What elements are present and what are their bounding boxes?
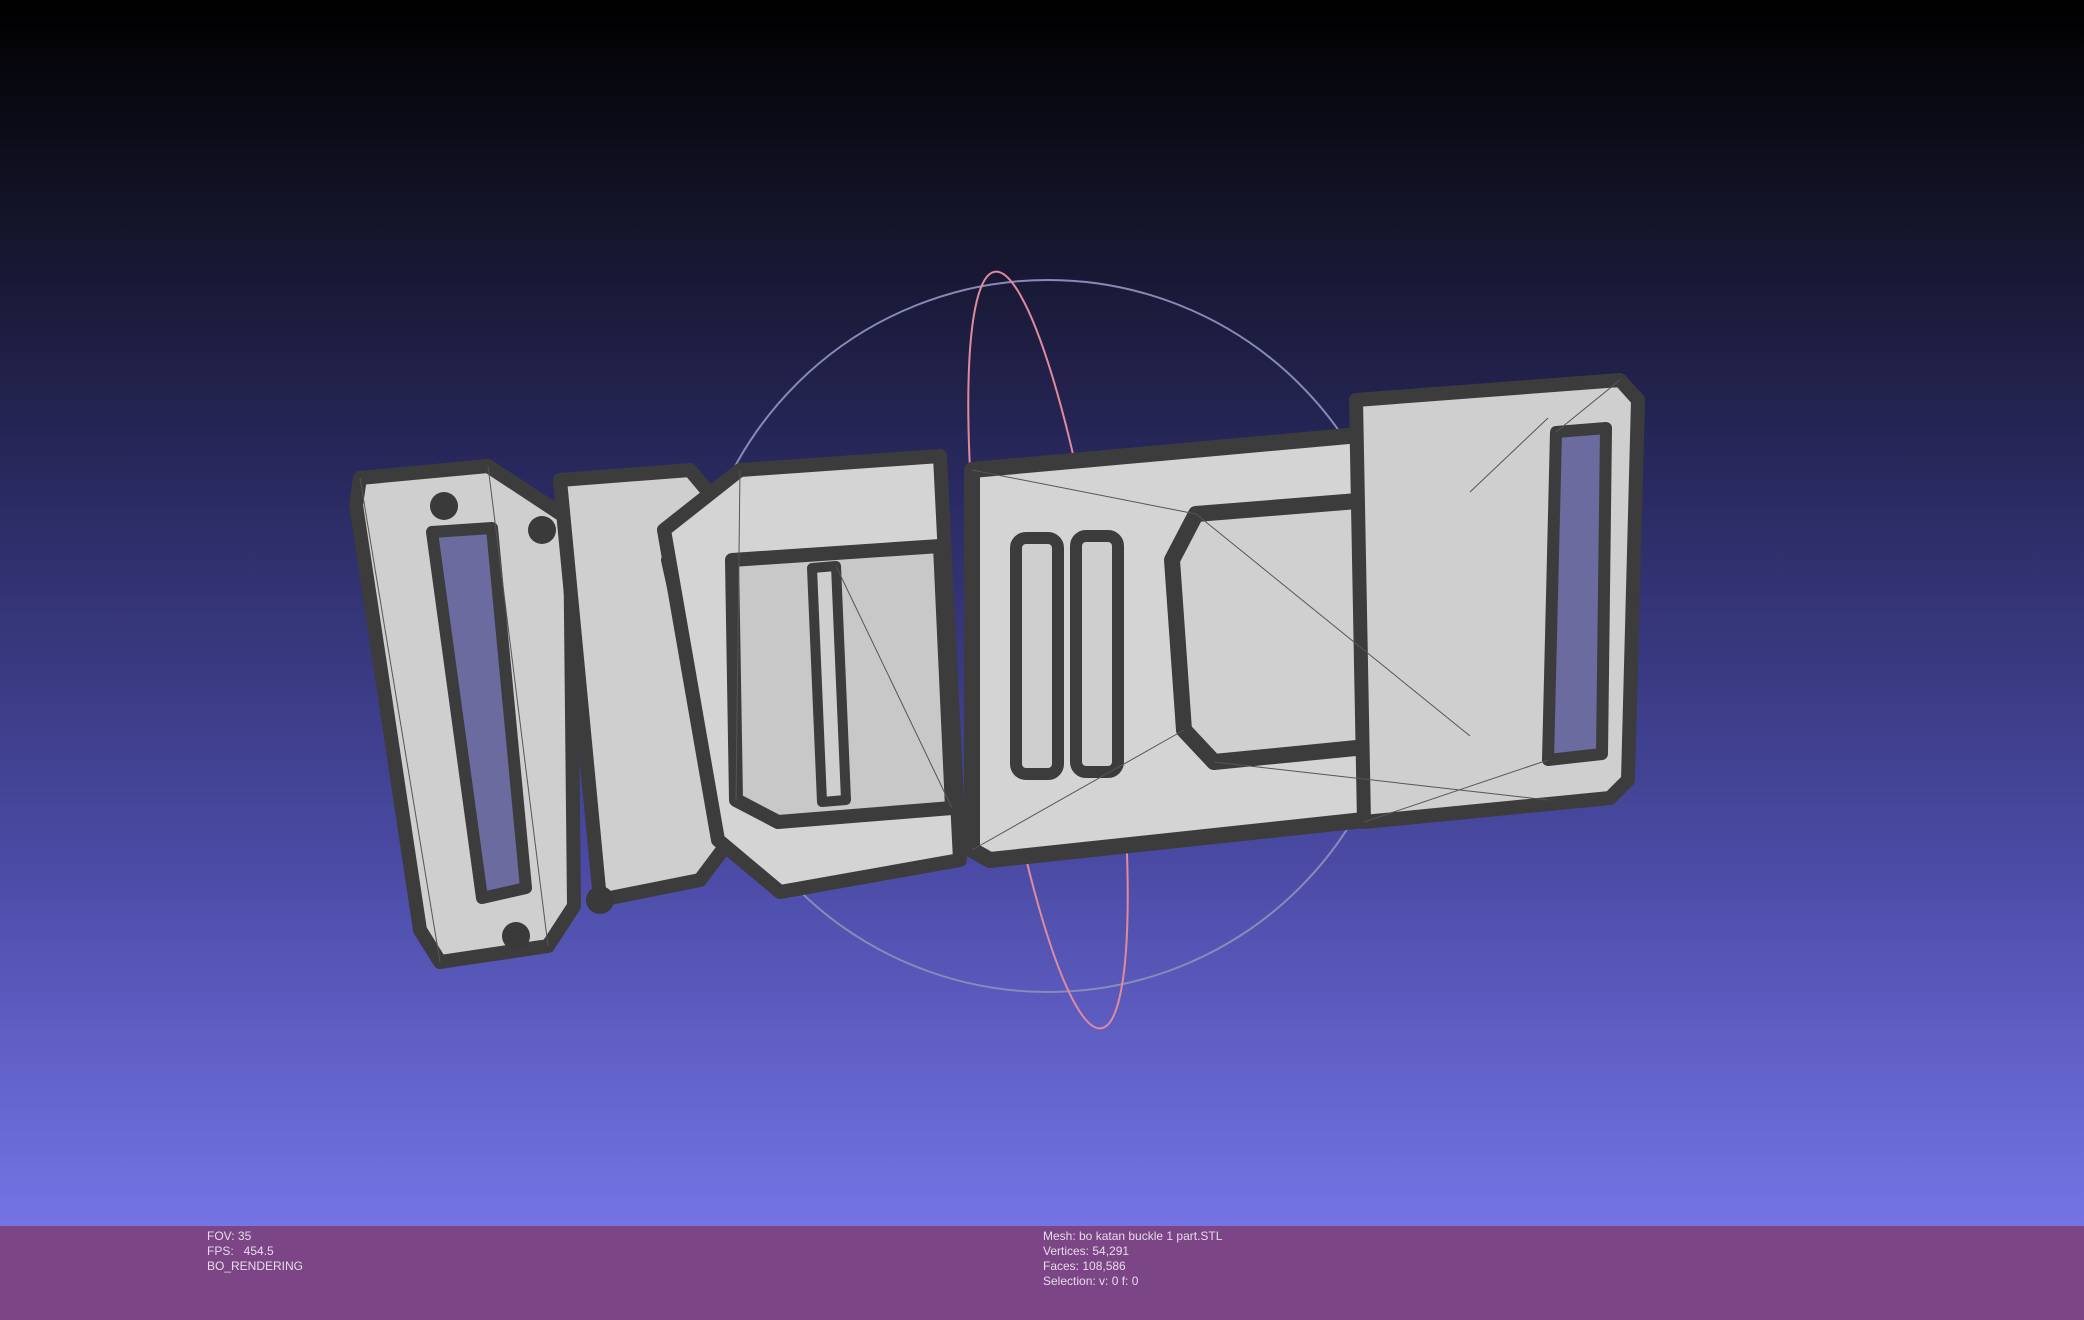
receiver-slot-right (1070, 530, 1124, 778)
faces-count-label: Faces: 108,586 (1043, 1259, 1126, 1273)
status-bar: FOV: 35 FPS: 454.5 BO_RENDERING Mesh: bo… (0, 1226, 2084, 1320)
left-window-bar (807, 561, 851, 807)
selection-label: Selection: v: 0 f: 0 (1043, 1274, 1139, 1288)
rivet (502, 922, 530, 950)
mesh-scene[interactable] (0, 0, 2084, 1226)
rivet (430, 492, 458, 520)
render-mode-label: BO_RENDERING (207, 1259, 304, 1273)
rivet (528, 516, 556, 544)
buckle-mesh[interactable] (349, 373, 1645, 969)
rivet (586, 886, 614, 914)
vertices-count-label: Vertices: 54,291 (1043, 1244, 1130, 1258)
fps-label: FPS: 454.5 (207, 1244, 274, 1258)
mesh-name-label: Mesh: bo katan buckle 1 part.STL (1043, 1229, 1223, 1243)
receiver-slot-left (1010, 532, 1064, 780)
3d-viewport[interactable] (0, 0, 2084, 1226)
right-slot (1542, 422, 1612, 766)
mesh-info: Mesh: bo katan buckle 1 part.STL Vertice… (1043, 1229, 1222, 1289)
fov-label: FOV: 35 (207, 1229, 252, 1243)
render-info: FOV: 35 FPS: 454.5 BO_RENDERING (207, 1229, 303, 1274)
